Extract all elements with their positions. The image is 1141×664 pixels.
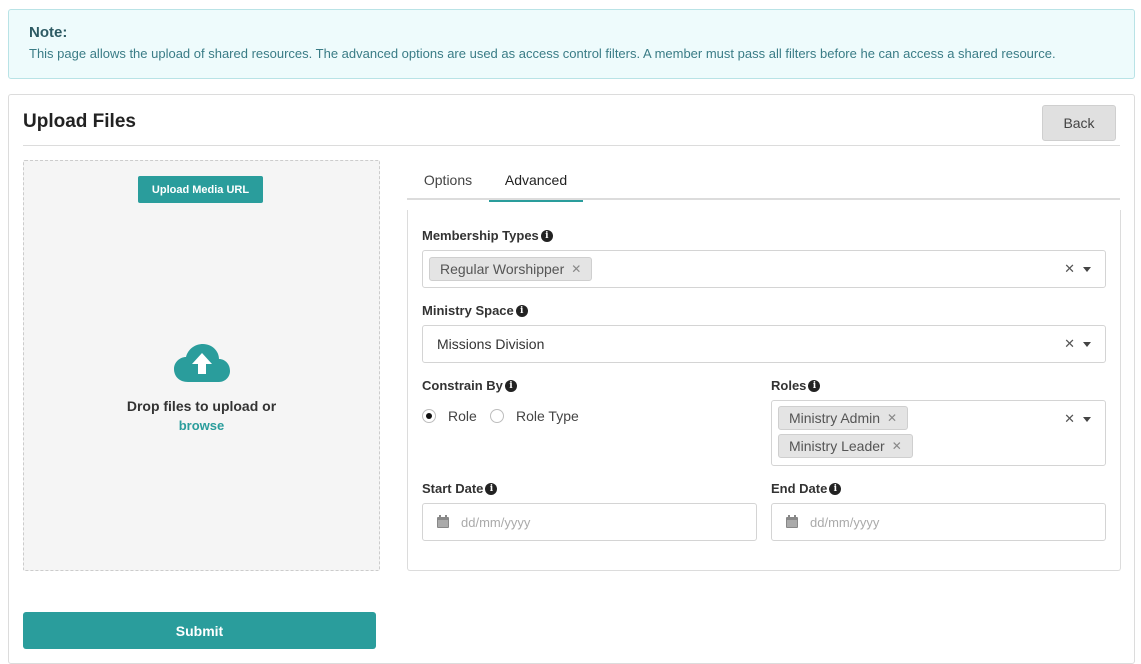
note-title: Note: (29, 24, 68, 41)
remove-chip-icon[interactable]: ✕ (887, 411, 897, 425)
clear-x-icon[interactable]: ✕ (1064, 411, 1075, 427)
membership-types-label: Membership Types i (422, 228, 553, 243)
chip-label: Ministry Leader (789, 438, 885, 454)
browse-link[interactable]: browse (24, 418, 379, 433)
start-date-label-text: Start Date (422, 481, 484, 496)
remove-chip-icon[interactable]: ✕ (571, 262, 581, 276)
info-icon[interactable]: i (504, 379, 517, 392)
caret-down-icon[interactable] (1083, 416, 1091, 422)
drop-files-text: Drop files to upload or (126, 398, 277, 414)
start-date-field (422, 503, 757, 541)
membership-types-select[interactable]: Regular Worshipper ✕ ✕ (422, 250, 1106, 288)
file-dropzone[interactable]: Upload Media URL Drop files to upload or… (23, 160, 380, 571)
calendar-icon (786, 515, 798, 528)
tab-options[interactable]: Options (407, 160, 489, 200)
radio-role-type-label: Role Type (516, 408, 579, 424)
note-banner: Note: This page allows the upload of sha… (8, 9, 1135, 79)
end-date-label: End Date i (771, 481, 842, 496)
membership-types-label-text: Membership Types (422, 228, 539, 243)
select-controls: ✕ (1064, 326, 1091, 362)
caret-down-icon[interactable] (1083, 266, 1091, 272)
roles-label-text: Roles (771, 378, 807, 393)
info-icon[interactable]: i (808, 379, 821, 392)
info-icon[interactable]: i (540, 229, 553, 242)
start-date-input[interactable] (459, 504, 659, 540)
options-tabs: Options Advanced (407, 160, 1120, 202)
role-chip: Ministry Admin ✕ (778, 406, 909, 430)
select-controls: ✕ (1064, 401, 1091, 437)
role-chip: Ministry Leader ✕ (778, 434, 913, 458)
radio-selected-indicator[interactable] (422, 409, 436, 423)
upload-files-card: Upload Files Back Upload Media URL Drop … (8, 94, 1135, 664)
cloud-upload-icon (174, 344, 230, 382)
ministry-space-label: Ministry Space i (422, 303, 528, 318)
roles-label: Roles i (771, 378, 821, 393)
radio-role[interactable]: Role (422, 408, 477, 424)
end-date-field (771, 503, 1106, 541)
constrain-by-label: Constrain By i (422, 378, 517, 393)
chip-label: Regular Worshipper (440, 261, 565, 277)
clear-x-icon[interactable]: ✕ (1064, 336, 1075, 352)
header-divider (23, 145, 1120, 146)
submit-button[interactable]: Submit (23, 612, 376, 649)
remove-chip-icon[interactable]: ✕ (892, 439, 902, 453)
end-date-label-text: End Date (771, 481, 828, 496)
note-text: This page allows the upload of shared re… (29, 46, 1056, 61)
roles-select[interactable]: Ministry Admin ✕ Ministry Leader ✕ ✕ (771, 400, 1106, 466)
info-icon[interactable]: i (515, 304, 528, 317)
radio-role-label: Role (448, 408, 477, 424)
select-controls: ✕ (1064, 251, 1091, 287)
page-title: Upload Files (23, 111, 136, 132)
caret-down-icon[interactable] (1083, 341, 1091, 347)
advanced-panel: Membership Types i Regular Worshipper ✕ … (407, 210, 1121, 571)
ministry-space-value: Missions Division (437, 336, 545, 352)
ministry-space-select[interactable]: Missions Division ✕ (422, 325, 1106, 363)
info-icon[interactable]: i (829, 482, 842, 495)
tab-advanced[interactable]: Advanced (489, 160, 583, 202)
chip-label: Ministry Admin (789, 410, 881, 426)
constrain-by-label-text: Constrain By (422, 378, 503, 393)
info-icon[interactable]: i (485, 482, 498, 495)
membership-type-chip: Regular Worshipper ✕ (429, 257, 593, 281)
calendar-icon (437, 515, 449, 528)
end-date-input[interactable] (808, 504, 1008, 540)
back-button[interactable]: Back (1042, 105, 1116, 141)
clear-x-icon[interactable]: ✕ (1064, 261, 1075, 277)
radio-role-type[interactable]: Role Type (490, 408, 579, 424)
upload-media-url-button[interactable]: Upload Media URL (138, 176, 263, 203)
radio-unselected-indicator[interactable] (490, 409, 504, 423)
start-date-label: Start Date i (422, 481, 498, 496)
ministry-space-label-text: Ministry Space (422, 303, 514, 318)
